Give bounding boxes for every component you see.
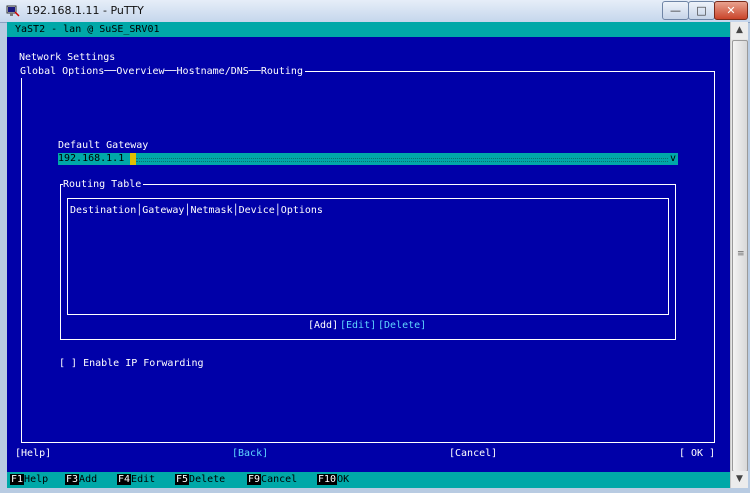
fkey-code: F9 bbox=[247, 474, 262, 485]
routing-table-title: Routing Table bbox=[63, 179, 144, 191]
delete-button[interactable]: [Delete] bbox=[378, 320, 426, 332]
fkey-code: F10 bbox=[317, 474, 338, 485]
fkey-add[interactable]: F3Add bbox=[65, 474, 97, 486]
fkey-label: Help bbox=[24, 474, 49, 485]
grip-icon: ≡ bbox=[737, 249, 745, 259]
fkey-label: Add bbox=[79, 474, 98, 485]
fkey-ok[interactable]: F10OK bbox=[317, 474, 349, 486]
window-titlebar[interactable]: 192.168.1.11 - PuTTY — □ ✕ bbox=[0, 0, 750, 23]
column-netmask[interactable]: Netmask bbox=[190, 205, 232, 216]
ok-button[interactable]: [ OK ] bbox=[679, 448, 715, 460]
fkey-label: Edit bbox=[131, 474, 156, 485]
fkey-label: Cancel bbox=[261, 474, 298, 485]
column-device[interactable]: Device bbox=[239, 205, 275, 216]
help-button[interactable]: [Help] bbox=[15, 448, 51, 460]
chevron-down-icon[interactable]: v bbox=[670, 153, 676, 165]
back-button[interactable]: [Back] bbox=[232, 448, 268, 460]
cancel-button[interactable]: [Cancel] bbox=[449, 448, 497, 460]
fkey-code: F1 bbox=[10, 474, 25, 485]
edit-button[interactable]: [Edit] bbox=[340, 320, 376, 332]
close-button[interactable]: ✕ bbox=[714, 1, 748, 20]
window-title: 192.168.1.11 - PuTTY bbox=[26, 4, 144, 17]
fkey-code: F3 bbox=[65, 474, 80, 485]
scroll-up-arrow-icon[interactable]: ▲ bbox=[731, 22, 748, 39]
minimize-button[interactable]: — bbox=[662, 1, 689, 20]
default-gateway-input[interactable]: 192.168.1.1 v bbox=[58, 153, 678, 165]
ip-forwarding-checkbox[interactable]: [ ] Enable IP Forwarding bbox=[59, 358, 204, 370]
fkey-edit[interactable]: F4Edit bbox=[117, 474, 155, 486]
fkey-delete[interactable]: F5Delete bbox=[175, 474, 225, 486]
breadcrumb: Global Options──Overview──Hostname/DNS──… bbox=[20, 66, 305, 78]
page-title: Network Settings bbox=[19, 52, 116, 63]
vertical-scrollbar[interactable]: ▲ ≡ ▼ bbox=[730, 22, 748, 488]
yast-title: YaST2 - lan @ SuSE_SRV01 bbox=[15, 24, 160, 35]
scroll-down-arrow-icon[interactable]: ▼ bbox=[731, 471, 748, 488]
routing-table-header: Destination│Gateway│Netmask│Device│Optio… bbox=[70, 205, 323, 216]
add-button[interactable]: [Add] bbox=[308, 320, 338, 332]
fkey-label: OK bbox=[337, 474, 350, 485]
scrollbar-thumb[interactable]: ≡ bbox=[732, 40, 748, 472]
column-gateway[interactable]: Gateway bbox=[142, 205, 184, 216]
fkey-code: F5 bbox=[175, 474, 190, 485]
maximize-button[interactable]: □ bbox=[688, 1, 715, 20]
fkey-label: Delete bbox=[189, 474, 226, 485]
default-gateway-label: Default Gateway bbox=[58, 140, 149, 151]
column-options[interactable]: Options bbox=[281, 205, 323, 216]
fkey-code: F4 bbox=[117, 474, 132, 485]
default-gateway-value: 192.168.1.1 bbox=[58, 153, 125, 164]
putty-window: 192.168.1.11 - PuTTY — □ ✕ YaST2 - lan @… bbox=[0, 0, 750, 493]
fkey-help[interactable]: F1Help bbox=[10, 474, 48, 486]
column-destination[interactable]: Destination bbox=[70, 205, 136, 216]
fkey-cancel[interactable]: F9Cancel bbox=[247, 474, 297, 486]
putty-icon bbox=[6, 5, 20, 17]
terminal-screen[interactable]: YaST2 - lan @ SuSE_SRV01 Network Setting… bbox=[7, 22, 730, 488]
field-fill bbox=[136, 158, 668, 162]
function-key-bar: F1Help F3Add F4Edit F5Delete F9Cancel F1… bbox=[7, 472, 730, 488]
yast-top-bar: YaST2 - lan @ SuSE_SRV01 bbox=[7, 22, 730, 37]
